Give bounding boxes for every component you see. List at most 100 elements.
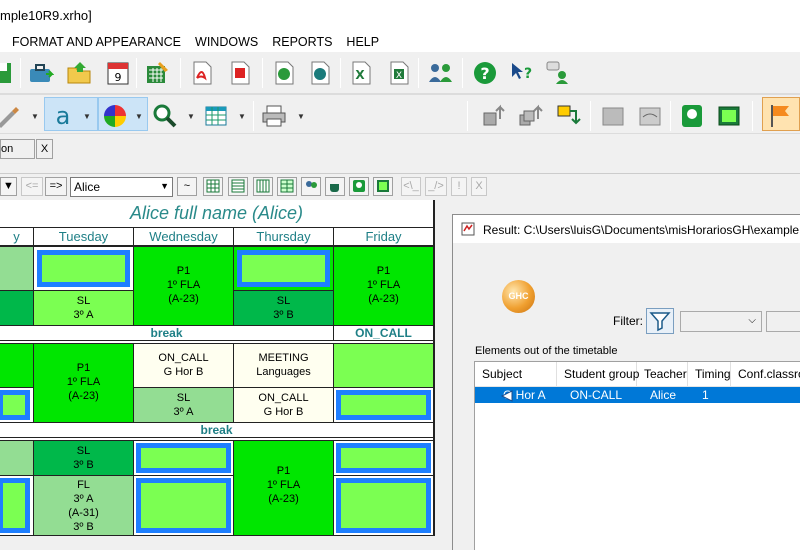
filter-icon[interactable] — [646, 308, 674, 334]
tab-document[interactable]: on — [0, 139, 35, 159]
timetable-cell[interactable] — [133, 440, 234, 476]
timetable-cell[interactable]: MEETING Languages — [233, 343, 334, 388]
brush-dropdown-icon[interactable]: ▼ — [31, 112, 39, 121]
view-grid-2-icon[interactable] — [228, 177, 248, 196]
cell-line: (A-23) — [368, 293, 399, 305]
green-grid-icon[interactable] — [716, 103, 742, 129]
brush-icon[interactable] — [0, 103, 22, 129]
timetable-cell[interactable] — [333, 343, 434, 388]
chat-user-icon[interactable] — [545, 60, 571, 86]
view-grid-4-icon[interactable] — [277, 177, 297, 196]
tilde-button[interactable]: ~ — [177, 177, 197, 196]
help-icon[interactable]: ? — [472, 60, 498, 86]
on-call-label: ON_CALL — [333, 325, 434, 341]
previous-button[interactable]: <= — [21, 177, 43, 196]
save-icon[interactable] — [0, 60, 14, 86]
zoom-dropdown-icon[interactable]: ▼ — [187, 112, 195, 121]
timetable-cell[interactable] — [233, 246, 334, 291]
menu-windows[interactable]: WINDOWS — [189, 35, 264, 49]
move-up-icon[interactable] — [482, 103, 508, 129]
font-icon[interactable]: a — [50, 103, 76, 129]
column-header-timing[interactable]: Timing — [688, 362, 731, 386]
dropdown-button[interactable]: ▼ — [0, 177, 17, 196]
right-swap-button[interactable]: _/> — [425, 177, 447, 196]
teacher-select[interactable]: Alice ▼ — [70, 177, 173, 197]
timetable-cell[interactable] — [133, 475, 234, 536]
print-icon[interactable] — [261, 103, 287, 129]
filter-value-field[interactable] — [766, 311, 800, 332]
timetable-cell[interactable]: ON_CALL G Hor B — [233, 387, 334, 423]
context-help-icon[interactable]: ? — [509, 60, 535, 86]
move-down-icon[interactable] — [556, 103, 582, 129]
timetable-cell[interactable]: ON_CALL G Hor B — [133, 343, 234, 388]
chevron-down-icon: ⌵ — [748, 315, 756, 326]
menu-reports[interactable]: REPORTS — [266, 35, 338, 49]
timetable-cell[interactable]: SL 3º B — [33, 440, 134, 476]
column-header-student-group[interactable]: Student group — [557, 362, 639, 386]
edit-grid-icon[interactable] — [144, 60, 170, 86]
grey-box-icon[interactable] — [600, 103, 626, 129]
table-dropdown-icon[interactable]: ▼ — [238, 112, 246, 121]
view-box-icon[interactable] — [373, 177, 393, 196]
excel-export-icon[interactable]: X — [386, 60, 412, 86]
timetable-cell[interactable]: P1 1º FLA (A-23) — [333, 246, 434, 326]
cell-line: 1º FLA — [266, 479, 301, 491]
timetable-cell[interactable]: P1 1º FLA (A-23) — [233, 440, 334, 536]
open-folder-icon[interactable] — [66, 60, 92, 86]
green-user-icon[interactable] — [679, 103, 705, 129]
tab-close-button[interactable]: X — [36, 139, 53, 159]
timetable-cell[interactable] — [333, 475, 434, 536]
color-palette-icon[interactable] — [102, 103, 128, 129]
briefcase-icon[interactable] — [28, 60, 54, 86]
dialog-titlebar[interactable]: Result: C:\Users\luisG\Documents\misHora… — [453, 215, 800, 243]
pdf-export-icon[interactable] — [227, 60, 253, 86]
calendar-icon[interactable]: 9 — [105, 60, 131, 86]
move-multi-up-icon[interactable] — [518, 103, 544, 129]
timetable-cell[interactable] — [0, 343, 34, 388]
timetable-cell[interactable]: P1 1º FLA (A-23) — [33, 343, 134, 423]
color-dropdown-icon[interactable]: ▼ — [135, 112, 143, 121]
alert-button[interactable]: ! — [451, 177, 467, 196]
font-dropdown-icon[interactable]: ▼ — [83, 112, 91, 121]
users-icon[interactable] — [428, 60, 454, 86]
break-row: break — [0, 422, 434, 438]
timetable-cell[interactable]: FL 3º A (A-31) 3º B — [33, 475, 134, 536]
clear-button[interactable]: X — [471, 177, 487, 196]
menu-format-appearance[interactable]: FORMAT AND APPEARANCE — [0, 35, 187, 49]
grey-chart-icon[interactable] — [637, 103, 663, 129]
flag-icon[interactable] — [768, 103, 794, 129]
timetable-cell[interactable] — [0, 246, 34, 291]
doc-web-icon[interactable] — [271, 60, 297, 86]
timetable-cell[interactable] — [0, 440, 34, 476]
column-header-conf-classroom[interactable]: Conf.classroom — [731, 362, 800, 386]
view-grid-3-icon[interactable] — [253, 177, 273, 196]
table-icon[interactable] — [203, 103, 229, 129]
menu-help[interactable]: HELP — [340, 35, 385, 49]
view-grid-1-icon[interactable] — [203, 177, 223, 196]
timetable-cell[interactable]: SL 3º B — [233, 290, 334, 326]
column-header-teacher[interactable]: Teacher — [637, 362, 688, 386]
table-row[interactable]: G Hor A ON-CALL Alice 1 — [475, 387, 800, 403]
zoom-icon[interactable] — [152, 103, 178, 129]
doc-export-icon[interactable] — [307, 60, 333, 86]
column-header-subject[interactable]: Subject — [475, 362, 557, 386]
left-swap-button[interactable]: <\_ — [401, 177, 421, 196]
print-dropdown-icon[interactable]: ▼ — [297, 112, 305, 121]
excel-icon[interactable]: X — [348, 60, 374, 86]
timetable-cell[interactable] — [0, 290, 34, 326]
view-cup-icon[interactable] — [325, 177, 345, 196]
timetable-cell[interactable] — [333, 440, 434, 476]
timetable-cell[interactable] — [0, 475, 34, 536]
timetable-cell[interactable] — [333, 387, 434, 423]
pdf-icon[interactable] — [189, 60, 215, 86]
next-button[interactable]: => — [45, 177, 67, 196]
timetable-cell[interactable] — [0, 387, 34, 423]
elements-list[interactable]: Subject Student group Teacher Timing Con… — [474, 361, 800, 550]
timetable-cell[interactable] — [33, 246, 134, 291]
view-user-icon[interactable] — [349, 177, 369, 196]
view-users-icon[interactable] — [301, 177, 321, 196]
timetable-cell[interactable]: SL 3º A — [133, 387, 234, 423]
filter-field-select[interactable]: ⌵ — [680, 311, 762, 332]
timetable-cell[interactable]: P1 1º FLA (A-23) — [133, 246, 234, 326]
timetable-cell[interactable]: SL 3º A — [33, 290, 134, 326]
